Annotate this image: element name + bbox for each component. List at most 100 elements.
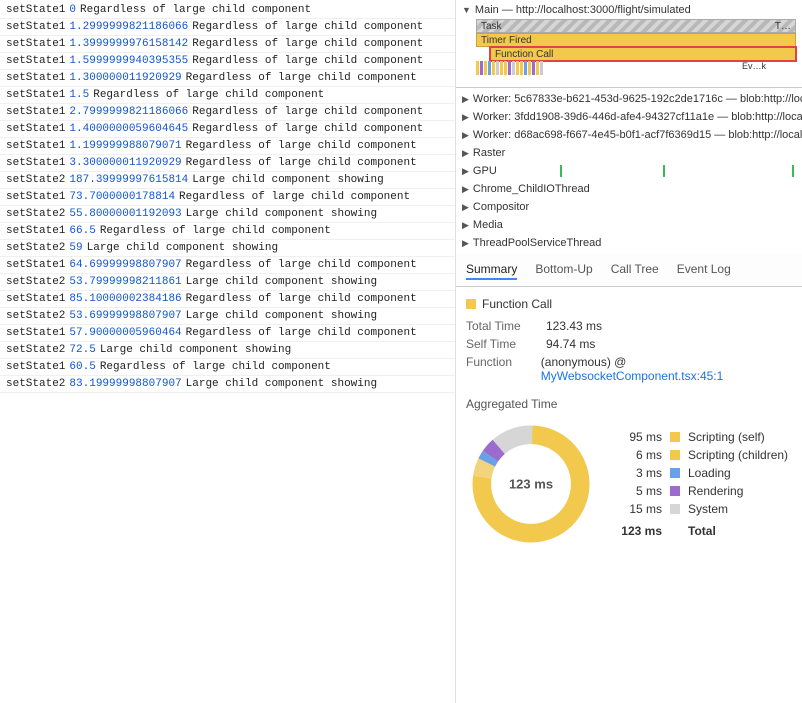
legend-swatch-icon (670, 504, 680, 514)
log-message: Regardless of large child component (186, 72, 417, 84)
log-value: 72.5 (69, 344, 95, 356)
console-row[interactable]: setState283.19999998807907Large child co… (0, 376, 455, 393)
log-label: setState1 (6, 38, 65, 50)
chevron-right-icon[interactable] (462, 238, 469, 249)
log-label: setState1 (6, 123, 65, 135)
log-label: setState2 (6, 174, 65, 186)
log-message: Regardless of large child component (192, 55, 423, 67)
task-bar[interactable]: Task T… (476, 19, 796, 33)
tab-event-log[interactable]: Event Log (677, 260, 731, 280)
legend-total-row: 123 msTotal (616, 524, 788, 538)
console-row[interactable]: setState185.10000002384186Regardless of … (0, 291, 455, 308)
console-row[interactable]: setState253.69999998807907Large child co… (0, 308, 455, 325)
console-row[interactable]: setState11.199999988079071Regardless of … (0, 138, 455, 155)
legend-swatch-icon (670, 450, 680, 460)
console-row[interactable]: setState253.79999998211861Large child co… (0, 274, 455, 291)
log-message: Regardless of large child component (186, 157, 417, 169)
console-row[interactable]: setState1 3.300000011920929 Regardless of … (0, 155, 455, 172)
chevron-right-icon[interactable] (462, 148, 469, 159)
thread-track[interactable]: Chrome_ChildIOThread (456, 180, 802, 198)
console-row[interactable]: setState1 1.4000000059604645 Regardless of… (0, 121, 455, 138)
log-value: 57.90000005960464 (69, 327, 181, 339)
log-message: Regardless of large child component (192, 21, 423, 33)
log-value: 53.69999998807907 (69, 310, 181, 322)
thread-track[interactable]: GPU (456, 162, 802, 180)
chevron-right-icon[interactable] (462, 184, 469, 195)
tab-call-tree[interactable]: Call Tree (611, 260, 659, 280)
tab-summary[interactable]: Summary (466, 260, 517, 280)
console-row[interactable]: setState11.3999999976158142Regardless of… (0, 36, 455, 53)
console-panel: setState10Regardless of large child comp… (0, 0, 456, 703)
function-call-bar[interactable]: Function Call (490, 47, 796, 61)
log-message: Large child component showing (192, 174, 383, 186)
console-row[interactable]: setState11.5999999940395355Regardless of… (0, 53, 455, 70)
log-value: 187.39999997615814 (69, 174, 188, 186)
console-row[interactable]: setState10Regardless of large child comp… (0, 2, 455, 19)
legend-row: 95 msScripting (self) (616, 430, 788, 444)
log-value: 53.79999998211861 (69, 276, 181, 288)
console-row[interactable]: setState11.300000011920929Regardless of … (0, 70, 455, 87)
log-message: Regardless of large child component (186, 293, 417, 305)
track-label: GPU (473, 165, 497, 177)
legend-row: 5 msRendering (616, 484, 788, 498)
thread-track[interactable]: Media (456, 216, 802, 234)
console-row[interactable]: setState11.2999999821186066Regardless of… (0, 19, 455, 36)
scripting-swatch-icon (466, 299, 476, 309)
chevron-down-icon[interactable] (462, 5, 471, 15)
log-message: Regardless of large child component (186, 327, 417, 339)
thread-track[interactable]: ThreadPoolServiceThread (456, 234, 802, 252)
function-row: Function (anonymous) @ MyWebsocketCompon… (466, 355, 792, 383)
log-message: Regardless of large child component (100, 225, 331, 237)
log-message: Large child component showing (87, 242, 278, 254)
console-row[interactable]: setState255.80000001192093Large child co… (0, 206, 455, 223)
log-label: setState1 (6, 21, 65, 33)
console-row[interactable]: setState272.5Large child component showi… (0, 342, 455, 359)
chevron-right-icon[interactable] (462, 94, 469, 105)
tab-bottom-up[interactable]: Bottom-Up (535, 260, 592, 280)
main-thread-header[interactable]: Main — http://localhost:3000/flight/simu… (462, 4, 796, 16)
log-label: setState1 (6, 89, 65, 101)
track-label: Worker: 5c67833e-b621-453d-9625-192c2de1… (473, 93, 802, 105)
console-row[interactable]: setState160.5Regardless of large child c… (0, 359, 455, 376)
thread-track[interactable]: Worker: 5c67833e-b621-453d-9625-192c2de1… (456, 90, 802, 108)
console-row[interactable]: setState157.90000005960464Regardless of … (0, 325, 455, 342)
track-label: Media (473, 219, 503, 231)
console-row[interactable]: setState2 187.39999997615814 Large child c… (0, 172, 455, 189)
legend-row: 15 msSystem (616, 502, 788, 516)
console-row[interactable]: setState12.7999999821186066Regardless of… (0, 104, 455, 121)
source-link[interactable]: MyWebsocketComponent.tsx:45:1 (541, 369, 724, 383)
log-value: 3.300000011920929 (69, 157, 181, 169)
chevron-right-icon[interactable] (462, 202, 469, 213)
log-message: Regardless of large child component (192, 123, 423, 135)
log-label: setState1 (6, 72, 65, 84)
thread-track[interactable]: Raster (456, 144, 802, 162)
log-message: Large child component showing (186, 310, 377, 322)
track-label: ThreadPoolServiceThread (473, 237, 601, 249)
flame-chart: Main — http://localhost:3000/flight/simu… (456, 0, 802, 88)
log-value: 1.4000000059604645 (69, 123, 188, 135)
log-label: setState1 (6, 293, 65, 305)
log-message: Regardless of large child component (100, 361, 331, 373)
console-row[interactable]: setState164.69999998807907Regardless of … (0, 257, 455, 274)
thread-track[interactable]: Worker: 3fdd1908-39d6-446d-afe4-94327cf1… (456, 108, 802, 126)
chevron-right-icon[interactable] (462, 130, 469, 141)
log-message: Regardless of large child component (93, 89, 324, 101)
console-row[interactable]: setState166.5Regardless of large child c… (0, 223, 455, 240)
chevron-right-icon[interactable] (462, 220, 469, 231)
log-label: setState1 (6, 55, 65, 67)
thread-track[interactable]: Compositor (456, 198, 802, 216)
console-row[interactable]: setState11.5Regardless of large child co… (0, 87, 455, 104)
flame-bars[interactable]: Task T… Timer Fired Function Call Ev…k (476, 19, 796, 77)
log-label: setState1 (6, 140, 65, 152)
timer-fired-bar[interactable]: Timer Fired (476, 33, 796, 47)
chevron-right-icon[interactable] (462, 166, 469, 177)
chevron-right-icon[interactable] (462, 112, 469, 123)
console-row[interactable]: setState259Large child component showing (0, 240, 455, 257)
track-label: Compositor (473, 201, 529, 213)
log-label: setState2 (6, 242, 65, 254)
log-label: setState1 (6, 157, 65, 169)
thread-track[interactable]: Worker: d68ac698-f667-4e45-b0f1-acf7f636… (456, 126, 802, 144)
log-label: setState1 (6, 259, 65, 271)
console-row[interactable]: setState173.7000000178814Regardless of l… (0, 189, 455, 206)
log-label: setState2 (6, 344, 65, 356)
